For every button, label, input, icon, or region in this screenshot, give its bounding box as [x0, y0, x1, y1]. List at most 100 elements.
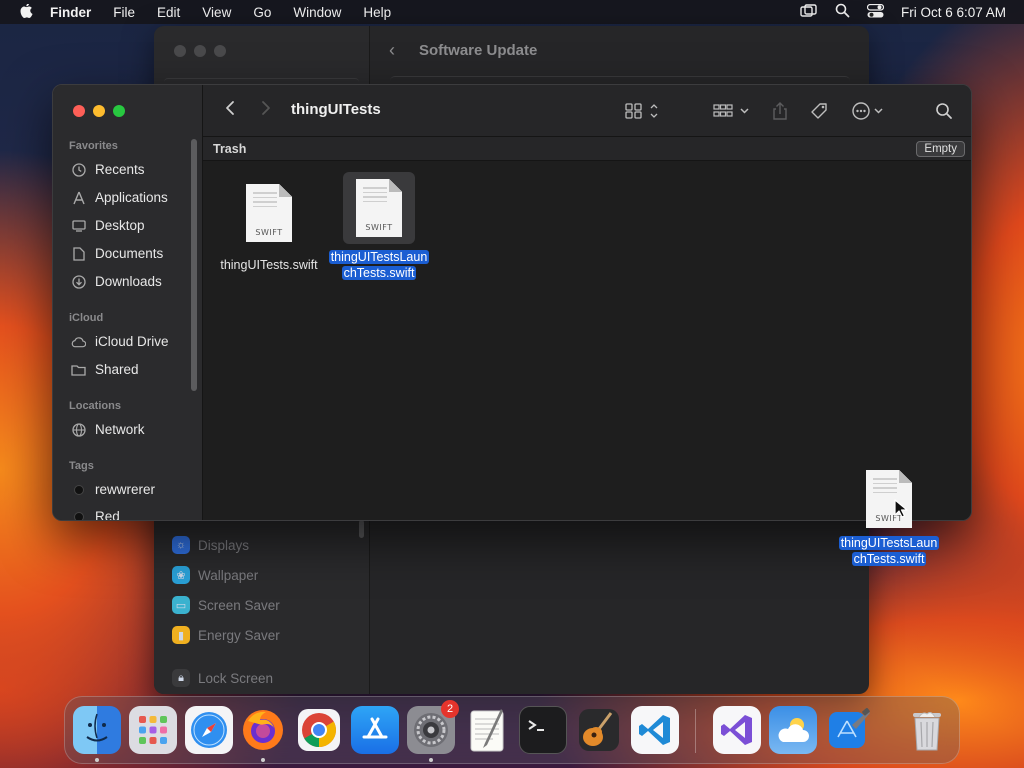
empty-trash-button[interactable]: Empty	[916, 141, 965, 157]
view-mode-button[interactable]	[625, 99, 663, 123]
sidebar-item-icloud-drive[interactable]: iCloud Drive	[71, 334, 169, 349]
sidebar-item-documents[interactable]: Documents	[71, 246, 163, 261]
sidebar-tag-red[interactable]: Red	[71, 509, 120, 520]
sidebar-item-desktop[interactable]: Desktop	[71, 218, 145, 233]
shared-folder-icon	[71, 362, 86, 377]
sidebar-section-favorites: Favorites	[69, 140, 118, 152]
control-center-icon[interactable]	[866, 3, 885, 21]
trash-header-bar: Trash Empty	[203, 137, 971, 161]
guitar-icon[interactable]	[575, 706, 623, 754]
menu-edit[interactable]: Edit	[157, 5, 180, 20]
running-indicator	[95, 758, 99, 762]
finder-toolbar: thingUITests	[203, 85, 971, 137]
wallpaper-icon: ❀	[172, 566, 190, 584]
settings-item-wallpaper[interactable]: ❀ Wallpaper	[172, 566, 258, 584]
finder-icon[interactable]	[73, 706, 121, 754]
apple-menu-icon[interactable]	[16, 1, 38, 23]
file-name-line2: chTests.swift	[341, 266, 417, 280]
forward-button[interactable]	[261, 100, 271, 116]
settings-gear-icon[interactable]: 2	[407, 700, 459, 754]
visual-studio-icon[interactable]	[713, 706, 761, 754]
menu-help[interactable]: Help	[363, 5, 391, 20]
settings-sidebar-scrollbar[interactable]	[359, 520, 364, 538]
running-indicator	[429, 758, 433, 762]
menu-file[interactable]: File	[113, 5, 135, 20]
mouse-pointer-icon	[894, 499, 908, 524]
sidebar-section-tags: Tags	[69, 460, 94, 472]
back-chevron-icon[interactable]: ‹	[389, 40, 395, 61]
trash-icon[interactable]	[903, 706, 951, 754]
minimize-button-inactive[interactable]	[194, 45, 206, 57]
app-store-icon[interactable]	[351, 706, 399, 754]
minimize-button[interactable]	[93, 105, 105, 117]
settings-item-lock-screen[interactable]: 🔒︎ Lock Screen	[172, 669, 273, 687]
sidebar-item-label: iCloud Drive	[95, 334, 169, 349]
file-extension-label: SWIFT	[365, 223, 393, 232]
energy-saver-icon: ▮	[172, 626, 190, 644]
safari-icon[interactable]	[185, 706, 233, 754]
share-icon[interactable]	[771, 99, 789, 123]
sidebar-scrollbar[interactable]	[191, 139, 197, 391]
zoom-button-inactive[interactable]	[214, 45, 226, 57]
sidebar-item-recents[interactable]: Recents	[71, 162, 145, 177]
settings-item-energy-saver[interactable]: ▮ Energy Saver	[172, 626, 280, 644]
finder-sidebar: Favorites Recents Applications Desktop D…	[53, 85, 203, 520]
sidebar-item-applications[interactable]: Applications	[71, 190, 168, 205]
settings-item-displays[interactable]: ☼ Displays	[172, 536, 249, 554]
menubar-clock[interactable]: Fri Oct 6 6:07 AM	[901, 5, 1006, 20]
sidebar-item-label: Desktop	[95, 218, 145, 233]
file-item-thinguitestslaunchtests[interactable]: SWIFT thingUITestsLaun chTests.swift	[323, 172, 435, 281]
menu-view[interactable]: View	[202, 5, 231, 20]
notification-badge: 2	[441, 700, 459, 718]
file-icon-wrapper: SWIFT	[233, 177, 305, 249]
sidebar-tag-rewwrerer[interactable]: rewwrerer	[71, 482, 155, 497]
tag-dot-icon	[71, 482, 86, 497]
swift-file-icon: SWIFT	[356, 179, 402, 237]
vscode-icon[interactable]	[631, 706, 679, 754]
settings-item-screen-saver[interactable]: ▭ Screen Saver	[172, 596, 280, 614]
terminal-icon[interactable]	[519, 706, 567, 754]
finder-window-controls	[73, 105, 125, 117]
weather-icon[interactable]	[769, 706, 817, 754]
sidebar-item-network[interactable]: Network	[71, 422, 145, 437]
document-icon	[71, 246, 86, 261]
dragged-file-name-line2: chTests.swift	[851, 552, 927, 566]
sidebar-item-downloads[interactable]: Downloads	[71, 274, 162, 289]
chrome-icon[interactable]	[295, 706, 343, 754]
firefox-icon[interactable]	[239, 706, 287, 754]
sidebar-item-label: Documents	[95, 246, 164, 261]
launchpad-icon[interactable]	[129, 706, 177, 754]
menu-go[interactable]: Go	[253, 5, 271, 20]
settings-item-label: Displays	[198, 537, 250, 553]
file-item-thinguitests[interactable]: SWIFT thingUITests.swift	[213, 177, 325, 273]
applications-icon	[71, 190, 86, 205]
file-icon-wrapper-selected: SWIFT	[343, 172, 415, 244]
more-actions-button[interactable]	[851, 99, 887, 123]
tag-dot-icon	[71, 509, 86, 520]
settings-window-controls	[174, 45, 226, 57]
spotlight-search-icon[interactable]	[835, 3, 850, 21]
file-browser-area[interactable]: SWIFT thingUITests.swift SWIFT thingUITe…	[203, 161, 971, 520]
tag-icon[interactable]	[809, 99, 829, 123]
cloud-icon	[71, 334, 86, 349]
back-button[interactable]	[225, 100, 235, 116]
xcode-icon[interactable]	[825, 706, 873, 754]
file-name-line1: thingUITests.swift	[220, 258, 318, 272]
search-icon[interactable]	[935, 99, 953, 123]
menu-window[interactable]: Window	[293, 5, 341, 20]
location-label: Trash	[213, 142, 247, 156]
close-button-inactive[interactable]	[174, 45, 186, 57]
sidebar-item-shared[interactable]: Shared	[71, 362, 139, 377]
dragged-file[interactable]: SWIFT thingUITestsLaun chTests.swift	[836, 470, 942, 567]
download-icon	[71, 274, 86, 289]
dragged-file-name-line1: thingUITestsLaun	[838, 536, 940, 550]
close-button[interactable]	[73, 105, 85, 117]
zoom-button[interactable]	[113, 105, 125, 117]
group-by-button[interactable]	[713, 99, 753, 123]
window-title: thingUITests	[291, 101, 381, 118]
menu-app-finder[interactable]: Finder	[50, 5, 91, 20]
textedit-icon[interactable]	[463, 706, 511, 754]
screen-mirroring-icon[interactable]	[800, 3, 818, 21]
sidebar-item-label: rewwrerer	[95, 482, 156, 497]
sidebar-item-label: Applications	[95, 190, 168, 205]
